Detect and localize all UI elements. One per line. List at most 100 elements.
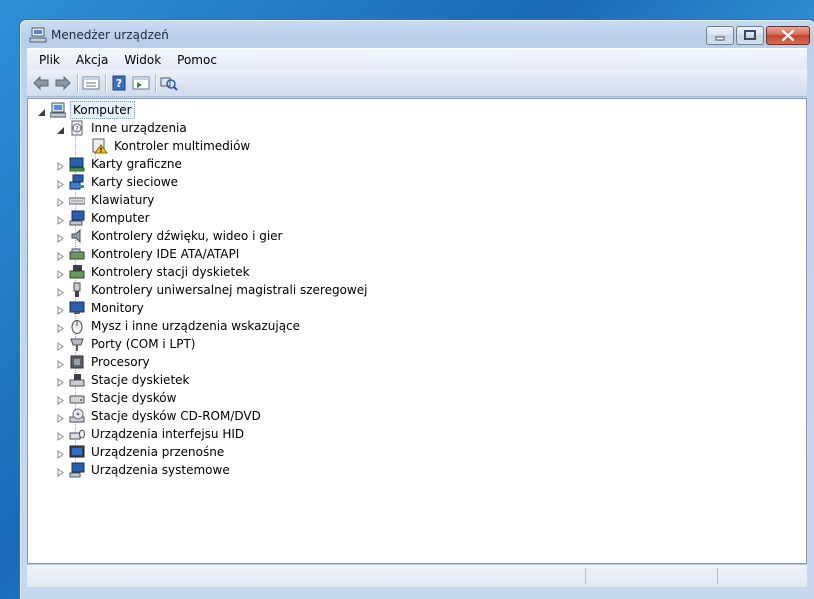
expand-icon[interactable]: [56, 340, 65, 351]
tree-item-label: Monitory: [91, 301, 144, 315]
help-button[interactable]: ?: [110, 74, 128, 92]
expand-icon[interactable]: [56, 214, 65, 225]
tree-item-usb-controllers[interactable]: Kontrolery uniwersalnej magistrali szere…: [56, 281, 369, 299]
status-bar: [27, 564, 807, 587]
tree-item-hid-devices[interactable]: Urządzenia interfejsu HID: [56, 425, 246, 443]
tree-item-label: Urządzenia przenośne: [91, 445, 225, 459]
expand-icon[interactable]: [56, 160, 65, 171]
expand-icon[interactable]: [56, 430, 65, 441]
action-pane-icon: [132, 76, 150, 90]
expand-icon[interactable]: [56, 196, 65, 207]
forward-arrow-icon: [55, 75, 71, 91]
tree-item-multimedia-controller[interactable]: Kontroler multimediów: [92, 137, 252, 155]
tree-item-mice[interactable]: Mysz i inne urządzenia wskazujące: [56, 317, 302, 335]
tree-item-sound-controllers[interactable]: Kontrolery dźwięku, wideo i gier: [56, 227, 284, 245]
floppy-drive-icon: [69, 372, 85, 388]
tree-item-floppy-drives[interactable]: Stacje dyskietek: [56, 371, 191, 389]
computer-icon: [69, 210, 85, 226]
tree-item-label: Karty graficzne: [91, 157, 182, 171]
tree-item-floppy-controllers[interactable]: Kontrolery stacji dyskietek: [56, 263, 252, 281]
tree-item-monitors[interactable]: Monitory: [56, 299, 146, 317]
device-manager-window: Menedżer urządzeń Plik Akcja Widok Pomoc…: [19, 19, 814, 599]
status-panel: [717, 568, 806, 584]
tree-item-keyboards[interactable]: Klawiatury: [56, 191, 156, 209]
tree-item-cdrom-drives[interactable]: Stacje dysków CD-ROM/DVD: [56, 407, 263, 425]
tree-item-ide-controllers[interactable]: Kontrolery IDE ATA/ATAPI: [56, 245, 241, 263]
expand-icon[interactable]: [56, 178, 65, 189]
tree-item-disk-drives[interactable]: Stacje dysków: [56, 389, 178, 407]
mouse-icon: [69, 318, 85, 334]
network-adapter-icon: [69, 174, 85, 190]
tree-item-system-devices[interactable]: Urządzenia systemowe: [56, 461, 232, 479]
forward-button[interactable]: [54, 74, 72, 92]
scan-hardware-button[interactable]: [160, 74, 178, 92]
expand-icon[interactable]: [56, 268, 65, 279]
menu-pomoc[interactable]: Pomoc: [169, 53, 225, 67]
menu-plik[interactable]: Plik: [31, 53, 68, 67]
tree-item-portable-devices[interactable]: Urządzenia przenośne: [56, 443, 226, 461]
cdrom-icon: [69, 408, 85, 424]
action-pane-button[interactable]: [132, 74, 150, 92]
svg-text:?: ?: [75, 125, 79, 133]
expand-icon[interactable]: [56, 466, 65, 477]
expand-icon[interactable]: [56, 448, 65, 459]
tree-item-root[interactable]: Komputer: [37, 101, 135, 119]
system-device-icon: [69, 462, 85, 478]
tree-item-computer[interactable]: Komputer: [56, 209, 152, 227]
menu-widok[interactable]: Widok: [116, 53, 169, 67]
collapse-icon[interactable]: [56, 124, 65, 134]
toolbar-separator: [77, 74, 78, 92]
maximize-button[interactable]: [736, 26, 764, 45]
tree-item-label: Karty sieciowe: [91, 175, 179, 189]
properties-view-button[interactable]: [82, 74, 100, 92]
disk-drive-icon: [69, 390, 85, 406]
tree-item-processors[interactable]: Procesory: [56, 353, 152, 371]
tree-item-network-adapters[interactable]: Karty sieciowe: [56, 173, 180, 191]
menu-akcja[interactable]: Akcja: [68, 53, 116, 67]
expand-icon[interactable]: [56, 232, 65, 243]
tree-item-ports[interactable]: Porty (COM i LPT): [56, 335, 197, 353]
menu-bar: Plik Akcja Widok Pomoc: [27, 48, 807, 71]
expand-icon[interactable]: [56, 358, 65, 369]
display-adapter-icon: [69, 156, 85, 172]
expand-icon[interactable]: [56, 286, 65, 297]
tree-item-label: Urządzenia systemowe: [91, 463, 230, 477]
close-button[interactable]: [766, 26, 810, 45]
tree-item-label: Porty (COM i LPT): [91, 337, 196, 351]
status-panel: [585, 568, 718, 584]
minimize-button[interactable]: [706, 26, 734, 45]
hid-icon: [69, 426, 85, 442]
tree-item-other-devices[interactable]: ? Inne urządzenia: [56, 119, 189, 137]
toolbar: ?: [27, 70, 807, 97]
tree-item-label: Kontrolery uniwersalnej magistrali szere…: [91, 283, 368, 297]
computer-icon: [49, 102, 67, 118]
toolbar-separator: [155, 74, 156, 92]
speaker-icon: [69, 228, 85, 244]
expand-icon[interactable]: [56, 322, 65, 333]
caption-buttons: [704, 26, 810, 45]
scan-hardware-icon: [160, 77, 178, 91]
tree-item-label: Kontroler multimediów: [114, 139, 251, 153]
expand-icon[interactable]: [56, 376, 65, 387]
tree-item-label: Inne urządzenia: [91, 121, 187, 135]
back-arrow-icon: [33, 75, 49, 91]
usb-icon: [69, 282, 85, 298]
tree-item-label: Stacje dysków CD-ROM/DVD: [91, 409, 261, 423]
device-tree[interactable]: Komputer ? Inne urządzenia Kontroler mul…: [27, 98, 807, 564]
help-icon: ?: [112, 75, 126, 91]
tree-item-display-adapters[interactable]: Karty graficzne: [56, 155, 184, 173]
expand-icon[interactable]: [56, 304, 65, 315]
minimize-icon: [715, 36, 725, 41]
title-bar[interactable]: Menedżer urządzeń: [20, 20, 814, 50]
back-button[interactable]: [32, 74, 50, 92]
collapse-icon[interactable]: [37, 106, 46, 116]
unknown-device-icon: ?: [69, 120, 85, 136]
tree-item-label: Kontrolery dźwięku, wideo i gier: [91, 229, 283, 243]
expand-icon[interactable]: [56, 412, 65, 423]
properties-view-icon: [82, 76, 100, 90]
expand-icon[interactable]: [56, 394, 65, 405]
ide-controller-icon: [69, 246, 85, 262]
processor-icon: [69, 354, 85, 370]
expand-icon[interactable]: [56, 250, 65, 261]
tree-item-label: Kontrolery IDE ATA/ATAPI: [91, 247, 240, 261]
